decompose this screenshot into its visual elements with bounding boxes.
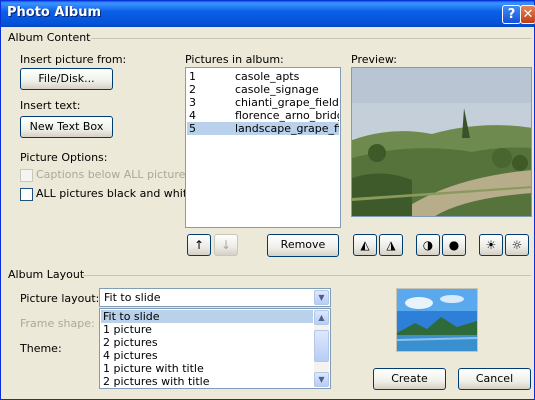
layout-option[interactable]: 1 picture with title (101, 362, 313, 375)
black-white-option-label: ALL pictures black and white (36, 187, 194, 200)
scroll-thumb[interactable] (314, 330, 329, 362)
brightness-increase-button[interactable]: ☀ (479, 234, 503, 256)
move-down-button[interactable]: ↓ (214, 234, 238, 256)
picture-name: florence_arno_bridge (235, 109, 339, 122)
close-button[interactable]: ✕ (520, 5, 535, 24)
list-item[interactable]: 4 florence_arno_bridge (187, 109, 339, 122)
arrow-down-icon: ↓ (220, 238, 232, 252)
scroll-up-button[interactable]: ▲ (314, 310, 329, 325)
picture-name: landscape_grape_fiel (235, 122, 339, 135)
insert-text-label: Insert text: (20, 99, 81, 112)
preview-image (351, 67, 532, 217)
layout-option[interactable]: 2 pictures (101, 336, 313, 349)
picture-layout-value: Fit to slide (104, 291, 161, 304)
brightness-increase-icon: ☀ (485, 238, 497, 252)
divider (91, 38, 531, 39)
picture-number: 3 (189, 96, 196, 109)
picture-number: 5 (189, 122, 196, 135)
picture-name: casole_signage (235, 83, 319, 96)
picture-options-label: Picture Options: (20, 151, 108, 164)
picture-layout-dropdown[interactable]: Fit to slide 1 picture 2 pictures 4 pict… (99, 308, 331, 389)
pictures-in-album-label: Pictures in album: (185, 53, 284, 66)
file-disk-button[interactable]: File/Disk... (20, 68, 113, 90)
rotate-left-icon: ◭ (360, 238, 370, 252)
picture-number: 2 (189, 83, 196, 96)
layout-thumbnail (396, 288, 478, 352)
divider (83, 275, 531, 276)
picture-name: casole_apts (235, 70, 300, 83)
scroll-down-button[interactable]: ▼ (314, 372, 329, 387)
layout-option[interactable]: 1 picture (101, 323, 313, 336)
rotate-left-button[interactable]: ◭ (353, 234, 377, 256)
picture-number: 1 (189, 70, 196, 83)
landscape-photo (352, 68, 531, 216)
contrast-decrease-icon: ● (448, 238, 460, 252)
arrow-up-icon: ↑ (193, 238, 205, 252)
picture-layout-select[interactable]: Fit to slide ▼ (99, 288, 331, 307)
dropdown-scrollbar[interactable]: ▲ ▼ (314, 310, 329, 387)
album-content-label: Album Content (8, 31, 94, 44)
picture-number: 4 (189, 109, 196, 122)
help-button[interactable]: ? (502, 5, 521, 24)
captions-checkbox[interactable] (20, 169, 33, 182)
picture-layout-label: Picture layout: (20, 292, 100, 305)
brightness-decrease-icon: ☼ (511, 238, 523, 252)
contrast-increase-icon: ◑ (422, 238, 434, 252)
photo-album-dialog: Photo Album ? ✕ Album Content Insert pic… (0, 0, 535, 400)
title-bar[interactable]: Photo Album ? ✕ (1, 1, 535, 27)
captions-option-label: Captions below ALL pictures (36, 168, 192, 181)
chevron-down-icon: ▼ (318, 293, 325, 302)
preview-label: Preview: (351, 53, 397, 66)
frame-shape-label: Frame shape: (20, 317, 95, 330)
layout-option[interactable]: 4 pictures (101, 349, 313, 362)
contrast-decrease-button[interactable]: ● (442, 234, 466, 256)
layout-preview-image (397, 289, 477, 351)
window-title: Photo Album (7, 5, 102, 20)
cancel-button[interactable]: Cancel (458, 368, 531, 390)
contrast-increase-button[interactable]: ◑ (416, 234, 440, 256)
insert-picture-label: Insert picture from: (20, 53, 127, 66)
theme-label: Theme: (20, 342, 62, 355)
brightness-decrease-button[interactable]: ☼ (505, 234, 529, 256)
close-icon: ✕ (522, 7, 534, 22)
black-white-checkbox[interactable] (20, 188, 33, 201)
list-item[interactable]: 3 chianti_grape_fields_i (187, 96, 339, 109)
layout-option[interactable]: Fit to slide (101, 310, 313, 323)
rotate-right-button[interactable]: ◮ (379, 234, 403, 256)
create-button[interactable]: Create (373, 368, 446, 390)
remove-button[interactable]: Remove (267, 234, 339, 257)
list-item[interactable]: 2 casole_signage (187, 83, 339, 96)
new-text-box-button[interactable]: New Text Box (20, 116, 113, 138)
list-item-selected[interactable]: 5 landscape_grape_fiel (187, 122, 339, 135)
album-layout-label: Album Layout (8, 268, 88, 281)
move-up-button[interactable]: ↑ (187, 234, 211, 256)
dropdown-arrow-button[interactable]: ▼ (314, 290, 329, 305)
list-item[interactable]: 1 casole_apts (187, 70, 339, 83)
chevron-up-icon: ▲ (318, 313, 325, 322)
rotate-right-icon: ◮ (386, 238, 396, 252)
chevron-down-icon: ▼ (318, 375, 325, 384)
pictures-list[interactable]: 1 casole_apts 2 casole_signage 3 chianti_gr… (185, 67, 341, 228)
picture-name: chianti_grape_fields_i (235, 96, 339, 109)
layout-option[interactable]: 2 pictures with title (101, 375, 313, 388)
